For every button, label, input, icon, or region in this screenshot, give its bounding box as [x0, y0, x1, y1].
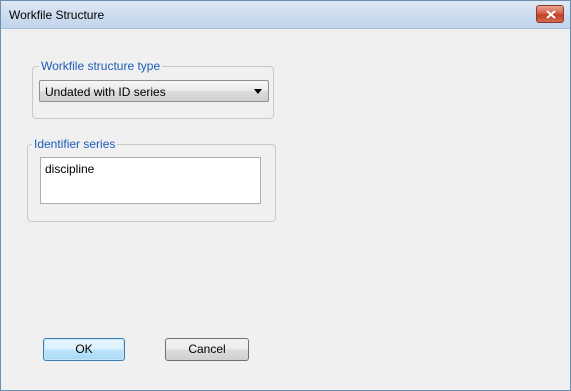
identifier-series-group: Identifier series discipline — [27, 137, 276, 222]
chevron-down-icon — [254, 89, 262, 94]
structure-type-group: Workfile structure type Undated with ID … — [32, 59, 274, 119]
window-title: Workfile Structure — [9, 8, 105, 22]
identifier-series-list[interactable]: discipline — [40, 157, 261, 204]
structure-type-legend: Workfile structure type — [39, 59, 163, 73]
cancel-button[interactable]: Cancel — [165, 338, 249, 361]
close-button[interactable] — [536, 5, 564, 23]
title-bar[interactable]: Workfile Structure — [1, 1, 570, 29]
ok-button[interactable]: OK — [43, 338, 125, 361]
structure-type-select[interactable]: Undated with ID series — [39, 80, 269, 102]
structure-type-value: Undated with ID series — [45, 85, 166, 99]
list-item[interactable]: discipline — [45, 162, 94, 176]
identifier-series-legend: Identifier series — [32, 137, 118, 151]
dialog-window: Workfile Structure Workfile structure ty… — [0, 0, 571, 391]
close-icon — [546, 10, 556, 19]
